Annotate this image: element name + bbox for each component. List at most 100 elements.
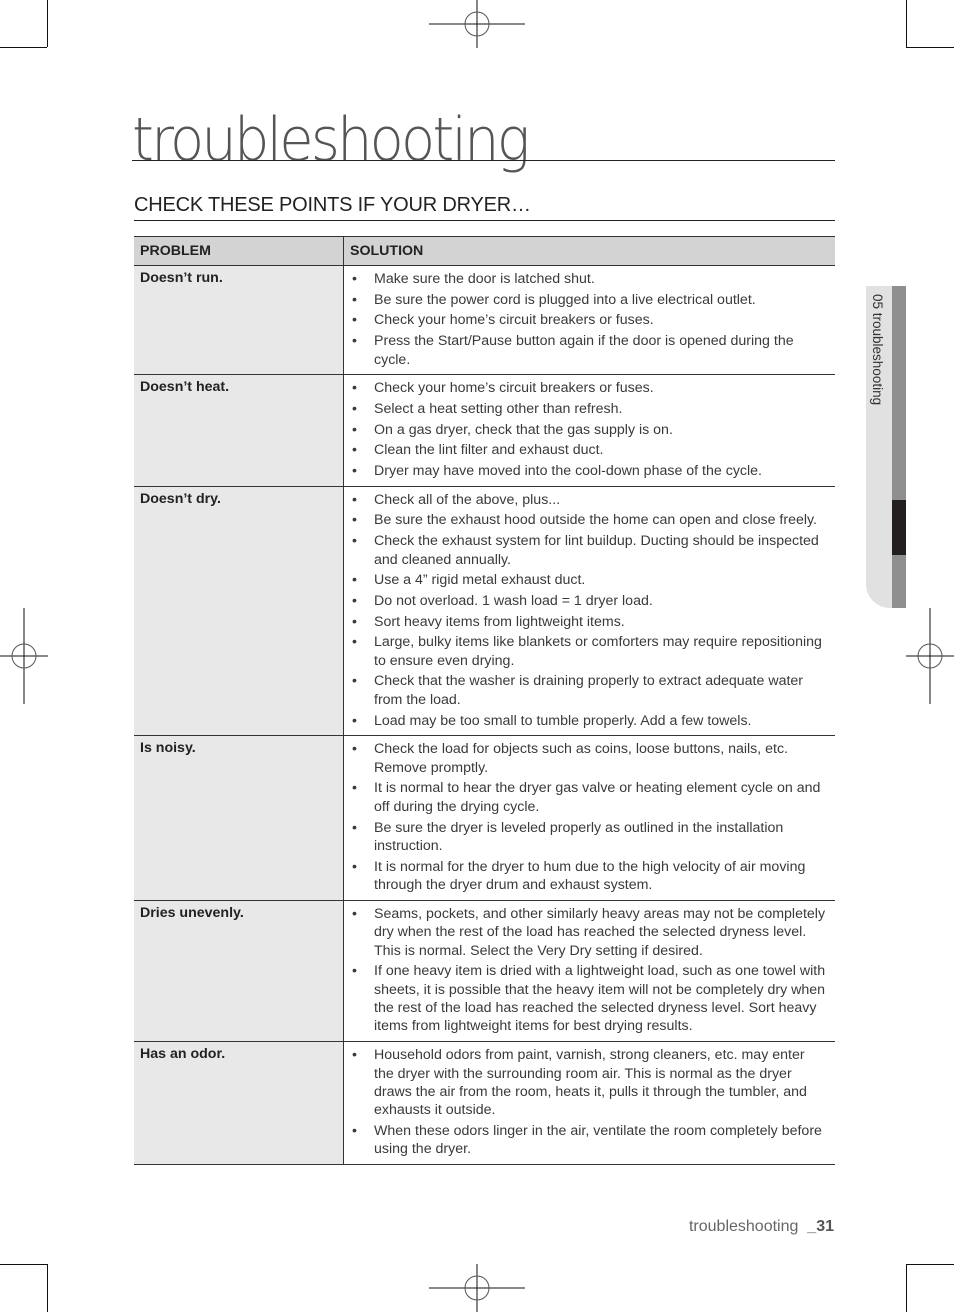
column-header-solution: SOLUTION: [343, 236, 835, 266]
solution-cell: • Check the load for objects such as coin…: [343, 735, 835, 901]
bullet-icon: •: [352, 858, 357, 875]
table-row: Doesn’t dry. • Check all of the above, plu…: [134, 486, 835, 737]
solution-text: Large, bulky items like blankets or comf…: [374, 634, 822, 669]
problem-cell: Doesn’t run.: [134, 265, 344, 376]
bullet-icon: •: [352, 333, 357, 350]
bullet-icon: •: [352, 1123, 357, 1140]
solution-item: • Load may be too small to tumble properl…: [350, 712, 827, 730]
table-row: Doesn’t run. • Make sure the door is latch…: [134, 265, 835, 376]
crop-mark-top-right-v: [906, 0, 907, 47]
solution-text: Use a 4” rigid metal exhaust duct.: [374, 572, 586, 589]
solution-item: • Check all of the above, plus...: [350, 491, 827, 509]
solution-item: • Check the exhaust system for lint build…: [350, 532, 827, 569]
solution-item: • Household odors from paint, varnish, st…: [350, 1046, 827, 1120]
solution-item: • Large, bulky items like blankets or com…: [350, 633, 827, 670]
solution-text: Select a heat setting other than refresh…: [374, 400, 623, 417]
solution-item: • Sort heavy items from lightweight items…: [350, 613, 827, 631]
table-row: Doesn’t heat. • Check your home’s circuit …: [134, 374, 835, 487]
solution-item: • When these odors linger in the air, ven…: [350, 1122, 827, 1159]
bullet-icon: •: [352, 592, 357, 609]
bullet-icon: •: [352, 572, 357, 589]
solution-item: • It is normal for the dryer to hum due t…: [350, 858, 827, 895]
troubleshooting-table: PROBLEM SOLUTION Doesn’t run. • Make sure …: [134, 236, 835, 1166]
solution-text: It is normal to hear the dryer gas valve…: [374, 780, 821, 815]
problem-cell: Doesn’t heat.: [134, 374, 344, 487]
crop-mark-bottom-right-v: [906, 1264, 907, 1312]
solution-list: • Check all of the above, plus... • Be sure…: [350, 491, 827, 730]
crop-mark-bottom-left-v: [47, 1264, 48, 1312]
bullet-icon: •: [352, 741, 357, 758]
chapter-side-tab: 05 troubleshooting: [866, 286, 906, 608]
table-header-row: PROBLEM SOLUTION: [134, 236, 835, 266]
solution-text: Check your home’s circuit breakers or fu…: [374, 312, 654, 329]
solution-cell: • Make sure the door is latched shut. • Be …: [343, 265, 835, 376]
side-tab-label: 05 troubleshooting: [870, 294, 885, 406]
solution-list: • Check the load for objects such as coin…: [350, 740, 827, 894]
solution-item: • Do not overload. 1 wash load = 1 dryer …: [350, 592, 827, 610]
solution-item: • Seams, pockets, and other similarly hea…: [350, 905, 827, 960]
solution-text: If one heavy item is dried with a lightw…: [374, 963, 826, 1035]
footer-section-name: troubleshooting: [688, 1218, 799, 1235]
registration-mark-top: [429, 0, 525, 48]
solution-text: Dryer may have moved into the cool-down …: [374, 463, 762, 480]
bullet-icon: •: [352, 312, 357, 329]
solution-item: • Check the load for objects such as coin…: [350, 740, 827, 777]
bullet-icon: •: [352, 613, 357, 630]
solution-item: • On a gas dryer, check that the gas supp…: [350, 421, 827, 439]
table-row: Has an odor. • Household odors from paint,…: [134, 1041, 835, 1166]
solution-item: • Be sure the exhaust hood outside the ho…: [350, 511, 827, 529]
side-tab-stripe: [892, 286, 906, 608]
registration-mark-right: [906, 608, 954, 704]
bullet-icon: •: [352, 963, 357, 980]
solution-text: Check your home’s circuit breakers or fu…: [374, 380, 654, 397]
bullet-icon: •: [352, 380, 357, 397]
crop-mark-bottom-right-h: [906, 1264, 954, 1265]
registration-mark-bottom: [429, 1264, 525, 1312]
solution-item: • Be sure the power cord is plugged into …: [350, 291, 827, 309]
solution-text: Clean the lint filter and exhaust duct.: [374, 442, 604, 459]
table-body: Doesn’t run. • Make sure the door is latch…: [134, 265, 835, 1166]
solution-text: It is normal for the dryer to hum due to…: [374, 858, 806, 894]
crop-mark-top-left-v: [47, 0, 48, 47]
solution-cell: • Check your home’s circuit breakers or f…: [343, 374, 835, 487]
section-rule: [134, 220, 835, 221]
page-title: troubleshooting: [132, 105, 530, 175]
solution-text: Do not overload. 1 wash load = 1 dryer l…: [374, 592, 653, 609]
problem-cell: Is noisy.: [134, 735, 344, 901]
solution-text: On a gas dryer, check that the gas suppl…: [374, 421, 673, 438]
solution-text: Household odors from paint, varnish, str…: [374, 1047, 807, 1119]
solution-text: Be sure the power cord is plugged into a…: [374, 291, 756, 308]
solution-item: • Clean the lint filter and exhaust duct.: [350, 441, 827, 459]
crop-mark-bottom-left-h: [0, 1264, 47, 1265]
bullet-icon: •: [352, 634, 357, 651]
bullet-icon: •: [352, 819, 357, 836]
bullet-icon: •: [352, 673, 357, 690]
table-row: Is noisy. • Check the load for objects suc…: [134, 735, 835, 901]
problem-cell: Has an odor.: [134, 1041, 344, 1166]
column-header-problem: PROBLEM: [134, 236, 344, 266]
solution-item: • Select a heat setting other than refres…: [350, 400, 827, 418]
solution-item: • If one heavy item is dried with a light…: [350, 962, 827, 1036]
problem-cell: Doesn’t dry.: [134, 486, 344, 737]
bullet-icon: •: [352, 533, 357, 550]
page-footer: troubleshooting _31: [689, 1218, 834, 1236]
solution-text: Press the Start/Pause button again if th…: [374, 333, 794, 368]
problem-cell: Dries unevenly.: [134, 900, 344, 1043]
solution-text: Be sure the exhaust hood outside the hom…: [374, 512, 817, 529]
solution-text: Make sure the door is latched shut.: [374, 271, 595, 287]
solution-text: Sort heavy items from lightweight items.: [374, 613, 625, 630]
solution-text: Check that the washer is draining proper…: [374, 673, 804, 708]
crop-mark-top-right-h: [906, 47, 954, 48]
crop-mark-top-left-h: [0, 47, 47, 48]
side-tab-current-marker: [892, 500, 906, 555]
solution-item: • Dryer may have moved into the cool-down…: [350, 462, 827, 480]
solution-item: • Be sure the dryer is leveled properly a…: [350, 819, 827, 856]
bullet-icon: •: [352, 421, 357, 438]
solution-text: Check the exhaust system for lint buildu…: [374, 533, 819, 568]
solution-item: • Make sure the door is latched shut.: [350, 270, 827, 288]
table-row: Dries unevenly. • Seams, pockets, and othe…: [134, 900, 835, 1043]
solution-text: Seams, pockets, and other similarly heav…: [374, 905, 826, 959]
solution-text: Check all of the above, plus...: [374, 491, 561, 508]
bullet-icon: •: [352, 400, 357, 417]
solution-item: • Check your home’s circuit breakers or f…: [350, 311, 827, 329]
